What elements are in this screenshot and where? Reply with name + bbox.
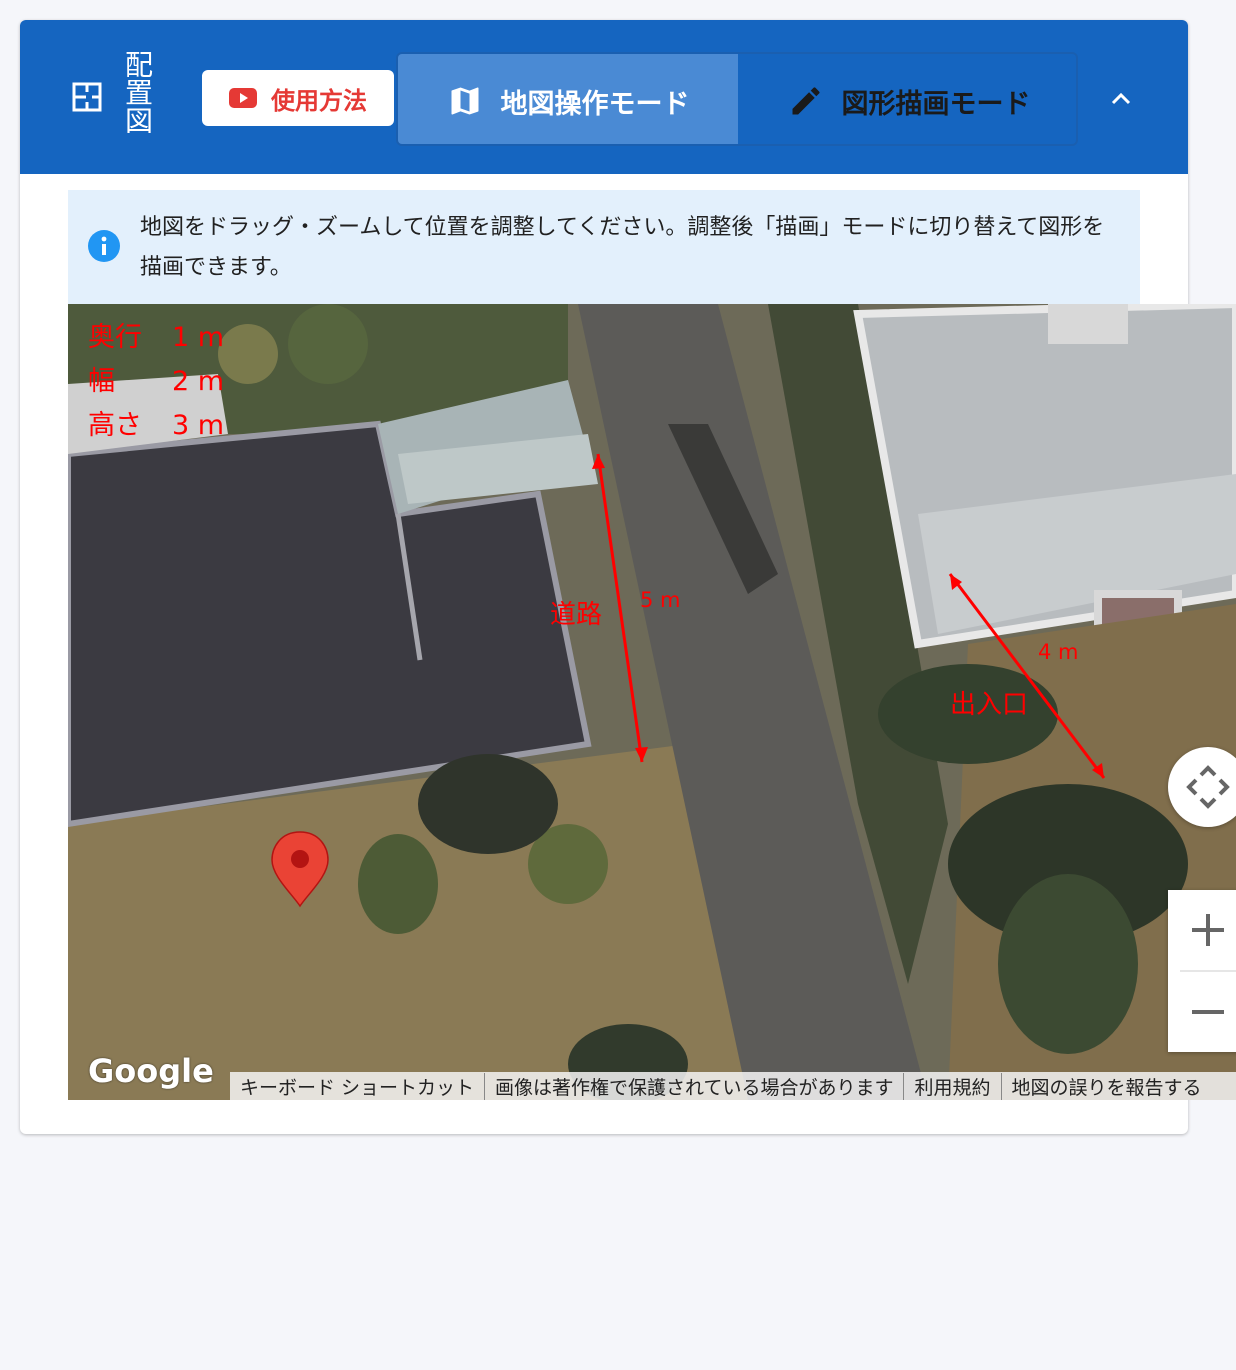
- zoom-out-button[interactable]: [1168, 972, 1236, 1052]
- howto-label: 使用方法: [271, 86, 367, 115]
- info-text: 地図をドラッグ・ズームして位置を調整してください。調整後「描画」モードに切り替え…: [140, 215, 1105, 280]
- tab-map-label: 地図操作モード: [500, 88, 690, 120]
- minus-icon: [1192, 1010, 1224, 1014]
- keyboard-shortcuts-link[interactable]: キーボード ショートカット: [230, 1072, 486, 1100]
- tab-map-mode[interactable]: 地図操作モード: [398, 54, 738, 144]
- terms-link[interactable]: 利用規約: [904, 1072, 1002, 1100]
- page-title: 配置図: [121, 50, 154, 134]
- floor-plan-icon: [72, 82, 102, 112]
- dimension-height: 高さ 3 m: [88, 404, 224, 448]
- howto-button[interactable]: 使用方法: [202, 70, 394, 126]
- zoom-control: [1168, 890, 1236, 1052]
- youtube-icon: [229, 88, 257, 108]
- road-length: 5 m: [640, 588, 681, 612]
- dimension-width-value: 2 m: [172, 366, 225, 397]
- pencil-icon: [792, 87, 820, 115]
- plus-icon: [1192, 914, 1224, 946]
- report-error-link[interactable]: 地図の誤りを報告する: [1002, 1073, 1212, 1100]
- mode-tabs: 地図操作モード 図形描画モード: [396, 52, 1078, 146]
- copyright-notice: 画像は著作権で保護されている場合があります: [485, 1072, 905, 1100]
- chevron-up-icon: [1111, 92, 1131, 105]
- info-icon: [88, 230, 120, 262]
- collapse-button[interactable]: [1100, 78, 1142, 120]
- satellite-imagery: [68, 304, 1236, 1100]
- road-label: 道路: [550, 600, 603, 630]
- header-bar: 配置図 使用方法 地図操作モード 図形描画モード: [20, 20, 1188, 174]
- map-attribution: キーボード ショートカット 画像は著作権で保護されている場合があります 利用規約…: [230, 1072, 1236, 1100]
- google-logo: Google: [88, 1052, 214, 1090]
- dimension-width-label: 幅: [88, 366, 115, 397]
- entrance-length: 4 m: [1038, 640, 1079, 664]
- dimension-height-label: 高さ: [88, 410, 142, 441]
- dimension-depth-label: 奥行: [88, 322, 142, 353]
- dimension-height-value: 3 m: [172, 410, 225, 441]
- dimension-depth: 奥行 1 m: [88, 316, 224, 360]
- tab-draw-mode[interactable]: 図形描画モード: [738, 54, 1076, 144]
- satellite-map[interactable]: 奥行 1 m 幅2 m 高さ 3 m 道路 5 m 出入口 4 m Google…: [68, 304, 1236, 1100]
- move-arrows-icon: [1186, 765, 1230, 809]
- dimension-depth-value: 1 m: [172, 322, 225, 353]
- tab-draw-label: 図形描画モード: [841, 88, 1031, 120]
- entrance-label: 出入口: [950, 690, 1029, 720]
- map-icon: [451, 87, 478, 115]
- dimension-width: 幅 2 m: [88, 360, 224, 404]
- info-alert: 地図をドラッグ・ズームして位置を調整してください。調整後「描画」モードに切り替え…: [68, 190, 1140, 304]
- zoom-in-button[interactable]: [1168, 890, 1236, 970]
